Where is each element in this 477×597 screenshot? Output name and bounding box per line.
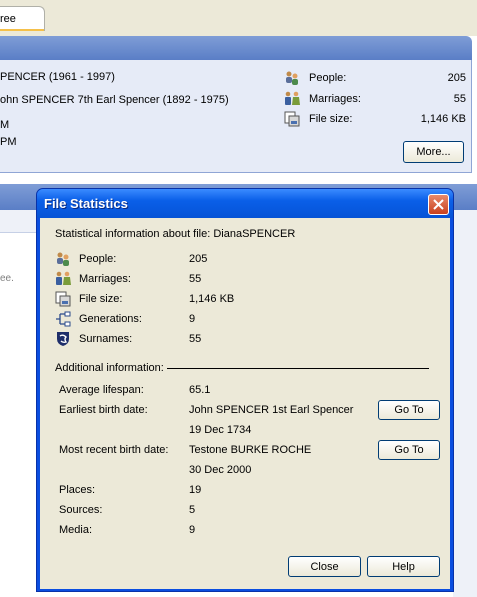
file-size-icon: [284, 111, 300, 127]
dialog-title: File Statistics: [44, 196, 128, 211]
media-label: Media:: [59, 524, 93, 536]
stat-marriages-value: 55: [189, 273, 202, 285]
file-statistics-dialog: File Statistics Statistical information …: [36, 188, 454, 592]
stat-file-size-label: File size:: [79, 293, 123, 305]
recent-birth-name: Testone BURKE ROCHE: [189, 444, 312, 456]
sources-label: Sources:: [59, 504, 103, 516]
panel-stat-value: 55: [453, 93, 466, 105]
goto-recent-button[interactable]: Go To: [378, 440, 440, 460]
tab-tree-label: ree: [0, 13, 16, 25]
panel-stat-marriages: Marriages: 55: [284, 91, 466, 107]
recent-birth-label: Most recent birth date:: [59, 444, 169, 456]
average-lifespan-label: Average lifespan:: [59, 384, 144, 396]
people-icon: [286, 71, 298, 85]
person-line-1: PENCER (1961 - 1997): [0, 71, 115, 83]
tab-strip: ree: [0, 0, 477, 36]
marriages-icon: [285, 91, 300, 105]
close-window-button[interactable]: [428, 194, 449, 215]
additional-info-heading: Additional information:: [55, 362, 164, 374]
generations-icon: [56, 311, 71, 327]
left-list-header: [0, 210, 40, 233]
recent-birth-date: 30 Dec 2000: [189, 464, 252, 476]
stat-people-label: People:: [79, 253, 117, 265]
earliest-birth-label: Earliest birth date:: [59, 404, 148, 416]
person-line-3: M: [0, 119, 10, 131]
panel-stat-label: Marriages:: [309, 93, 361, 105]
panel-stat-value: 205: [447, 72, 466, 84]
summary-panel: PENCER (1961 - 1997) ohn SPENCER 7th Ear…: [0, 60, 472, 173]
close-button[interactable]: Close: [288, 556, 361, 577]
close-icon: [433, 199, 444, 210]
person-line-2: ohn SPENCER 7th Earl Spencer (1892 - 197…: [0, 94, 229, 106]
marriages-icon: [56, 271, 71, 285]
places-label: Places:: [59, 484, 96, 496]
file-size-icon: [55, 291, 71, 307]
summary-panel-header: [0, 36, 472, 60]
dialog-titlebar[interactable]: File Statistics: [37, 189, 453, 218]
person-line-4: PM: [0, 136, 17, 148]
people-icon: [57, 252, 69, 266]
section-divider: [167, 368, 429, 369]
stat-generations-label: Generations:: [79, 313, 142, 325]
stat-surnames-value: 55: [189, 333, 202, 345]
panel-stat-people: People: 205: [284, 70, 466, 86]
stat-file-size-value: 1,146 KB: [189, 293, 235, 305]
goto-earliest-button[interactable]: Go To: [378, 400, 440, 420]
earliest-birth-date: 19 Dec 1734: [189, 424, 252, 436]
panel-stat-label: File size:: [309, 113, 353, 125]
dialog-body: Statistical information about file: Dian…: [40, 218, 450, 589]
average-lifespan-value: 65.1: [189, 384, 211, 396]
tab-tree[interactable]: ree: [0, 6, 45, 31]
stat-surnames-label: Surnames:: [79, 333, 133, 345]
stat-generations-value: 9: [189, 313, 196, 325]
earliest-birth-name: John SPENCER 1st Earl Spencer: [189, 404, 354, 416]
places-value: 19: [189, 484, 202, 496]
panel-stat-file-size: File size: 1,146 KB: [284, 111, 466, 127]
stat-people-value: 205: [189, 253, 208, 265]
panel-stat-value: 1,146 KB: [420, 113, 466, 125]
stat-marriages-label: Marriages:: [79, 273, 131, 285]
surnames-icon: [57, 332, 69, 346]
more-button[interactable]: More...: [403, 141, 464, 163]
panel-stat-label: People:: [309, 72, 347, 84]
right-edge-area: [453, 210, 477, 597]
sources-value: 5: [189, 504, 196, 516]
background-text: ee.: [0, 273, 14, 284]
intro-text: Statistical information about file: Dian…: [55, 228, 296, 240]
left-list-area: [0, 210, 40, 597]
help-button[interactable]: Help: [367, 556, 440, 577]
media-value: 9: [189, 524, 196, 536]
